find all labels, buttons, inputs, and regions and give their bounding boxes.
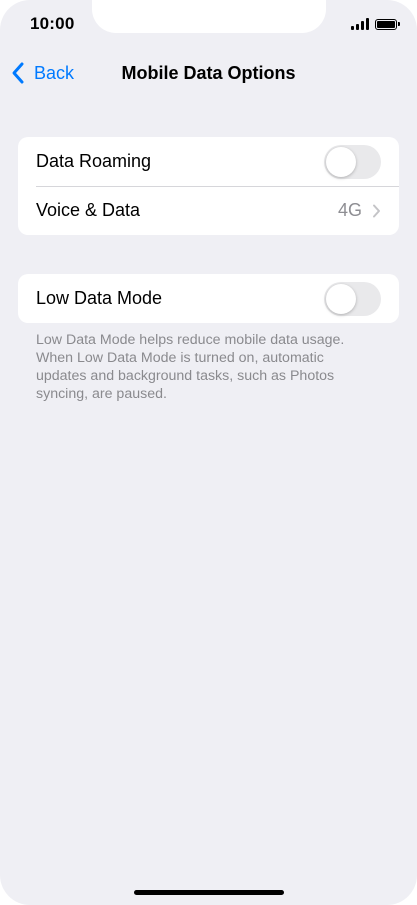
- data-roaming-toggle[interactable]: [324, 144, 381, 179]
- phone-screen: 10:00 Mobile Data Options Back Data Roam…: [0, 0, 417, 905]
- low-data-mode-description: Low Data Mode helps reduce mobile data u…: [36, 332, 345, 402]
- voice-data-label: Voice & Data: [36, 200, 141, 220]
- low-data-mode-row: Low Data Mode: [18, 274, 399, 323]
- data-roaming-label: Data Roaming: [36, 151, 152, 171]
- back-button[interactable]: Back: [10, 61, 74, 85]
- status-icons: [351, 17, 400, 31]
- battery-icon: [375, 18, 400, 30]
- status-time: 10:00: [30, 14, 75, 33]
- voice-data-value: 4G: [337, 200, 362, 220]
- low-data-mode-label: Low Data Mode: [36, 288, 163, 308]
- settings-group-low-data: Low Data Mode: [18, 274, 399, 323]
- toggle-knob: [326, 283, 356, 314]
- navigation-bar: Mobile Data Options Back: [0, 56, 417, 92]
- back-label: Back: [34, 62, 75, 83]
- home-indicator[interactable]: [134, 890, 284, 895]
- battery-level: [377, 20, 395, 28]
- back-chevron-icon: [12, 62, 24, 84]
- chevron-right-icon: [373, 204, 380, 217]
- toggle-knob: [326, 146, 356, 177]
- signal-icon: [351, 18, 369, 30]
- notch: [92, 0, 326, 33]
- voice-data-row[interactable]: Voice & Data 4G: [18, 186, 399, 235]
- low-data-mode-toggle[interactable]: [324, 281, 381, 316]
- data-roaming-row: Data Roaming: [18, 137, 399, 186]
- settings-group-roaming: Data Roaming Voice & Data 4G: [18, 137, 399, 235]
